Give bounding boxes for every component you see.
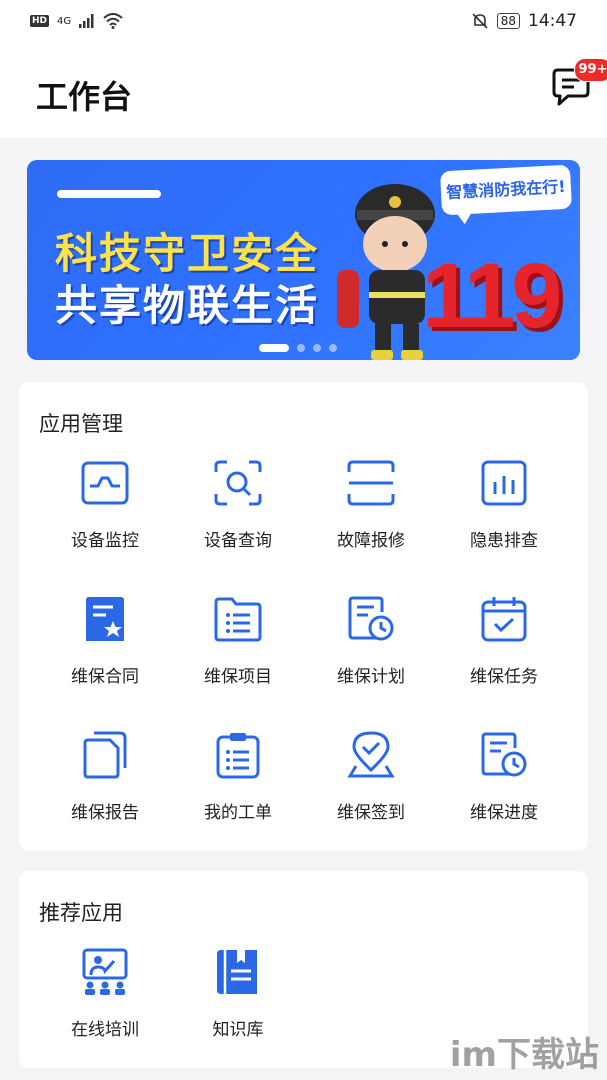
wifi-icon — [103, 13, 123, 29]
network-indicator: 4G — [57, 15, 72, 27]
location-check-icon — [347, 731, 395, 778]
app-maintenance-progress[interactable]: 维保进度 — [439, 730, 569, 840]
app-maintenance-report[interactable]: 维保报告 — [40, 730, 170, 840]
app-online-training[interactable]: 在线培训 — [40, 947, 170, 1057]
app-my-work-order[interactable]: 我的工单 — [173, 730, 303, 840]
battery-indicator: 88 — [496, 13, 520, 29]
banner-subheadline: 共享物联生活 — [55, 281, 320, 330]
document-clock-icon — [481, 732, 527, 777]
app-label: 维保计划 — [337, 667, 405, 687]
document-clock-icon — [348, 596, 394, 641]
scan-frame-icon — [347, 460, 395, 506]
scan-search-icon — [214, 460, 262, 506]
carousel-dot[interactable] — [313, 344, 321, 352]
app-header: 工作台 — [0, 42, 607, 138]
app-management-card: 应用管理 设备监控 设备查询 故障报修 隐患排查 维保合同 维保项目 维保计划 … — [19, 382, 588, 851]
section-title: 推荐应用 — [39, 901, 123, 925]
book-icon — [217, 950, 257, 994]
app-maintenance-task[interactable]: 维保任务 — [439, 594, 569, 704]
app-label: 维保签到 — [337, 803, 405, 823]
app-label: 故障报修 — [337, 531, 405, 551]
app-label: 维保任务 — [470, 667, 538, 687]
app-label: 我的工单 — [204, 803, 272, 823]
message-badge: 99+ — [574, 58, 607, 82]
app-label: 维保合同 — [71, 667, 139, 687]
folder-list-icon — [214, 597, 262, 642]
carousel-indicator — [259, 344, 337, 352]
app-device-monitor[interactable]: 设备监控 — [40, 458, 170, 568]
app-fault-report[interactable]: 故障报修 — [306, 458, 436, 568]
signal-icon — [79, 14, 94, 28]
banner-speech-bubble: 智慧消防我在行! — [439, 164, 573, 216]
carousel-dot[interactable] — [259, 344, 289, 352]
app-label: 在线培训 — [71, 1020, 139, 1040]
app-device-query[interactable]: 设备查询 — [173, 458, 303, 568]
carousel-dot[interactable] — [329, 344, 337, 352]
app-knowledge-base[interactable]: 知识库 — [173, 947, 303, 1057]
copy-document-icon — [83, 731, 127, 779]
watermark: im下载站 — [449, 1035, 599, 1075]
banner-carousel[interactable]: 科技守卫安全 共享物联生活 119 智慧消防我在行! — [27, 160, 580, 360]
app-label: 维保进度 — [470, 803, 538, 823]
app-maintenance-checkin[interactable]: 维保签到 — [306, 730, 436, 840]
calendar-check-icon — [481, 597, 527, 642]
carousel-dot[interactable] — [297, 344, 305, 352]
banner-decoration-bar — [57, 190, 161, 198]
clock: 14:47 — [528, 11, 577, 31]
banner-number: 119 — [422, 245, 562, 347]
app-label: 设备监控 — [71, 531, 139, 551]
app-label: 隐患排查 — [470, 531, 538, 551]
app-label: 维保报告 — [71, 803, 139, 823]
app-hazard-check[interactable]: 隐患排查 — [439, 458, 569, 568]
status-bar: HD 4G 88 14:47 — [0, 0, 607, 42]
app-maintenance-contract[interactable]: 维保合同 — [40, 594, 170, 704]
app-maintenance-project[interactable]: 维保项目 — [173, 594, 303, 704]
training-icon — [82, 948, 128, 995]
app-label: 维保项目 — [204, 667, 272, 687]
monitor-icon — [81, 461, 129, 505]
app-label: 知识库 — [212, 1020, 264, 1040]
page-title: 工作台 — [36, 78, 133, 116]
section-title: 应用管理 — [39, 412, 123, 436]
clipboard-list-icon — [216, 733, 260, 779]
hd-indicator: HD — [30, 15, 50, 27]
contract-icon — [86, 597, 124, 641]
bar-chart-icon — [481, 460, 527, 506]
app-maintenance-plan[interactable]: 维保计划 — [306, 594, 436, 704]
mute-bell-icon — [472, 13, 488, 29]
app-label: 设备查询 — [204, 531, 272, 551]
